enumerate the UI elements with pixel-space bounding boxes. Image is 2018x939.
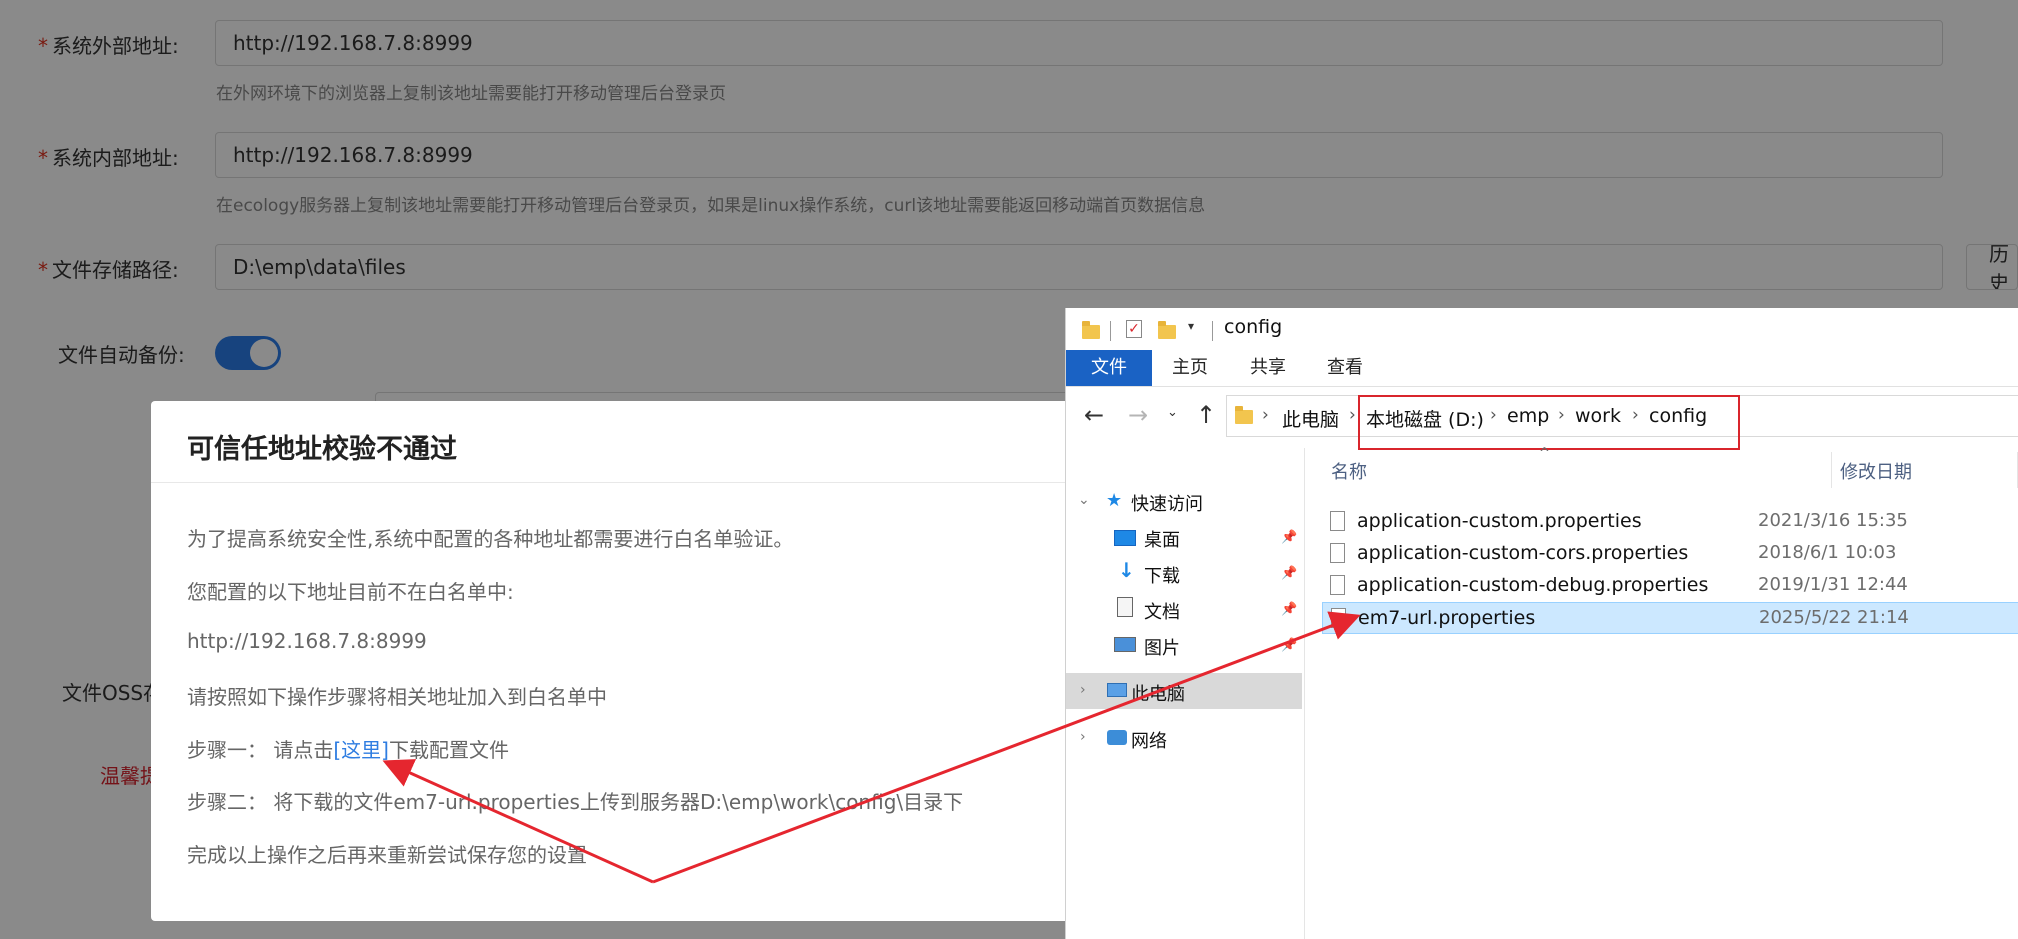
step1-prefix: 步骤一： 请点击	[187, 738, 334, 762]
dialog-intro: 为了提高系统安全性,系统中配置的各种地址都需要进行白名单验证。	[187, 527, 794, 551]
column-separator[interactable]	[1831, 452, 1832, 488]
nav-downloads[interactable]: 下载	[1144, 562, 1180, 588]
pin-icon[interactable]: 📌	[1281, 638, 1297, 653]
file-row[interactable]: application-custom-cors.properties 2018/…	[1322, 538, 2018, 570]
column-header-name[interactable]: 名称	[1331, 458, 1367, 484]
navigation-pane: ⌄ ★ 快速访问 桌面 📌 ↓ 下载 📌 文档 📌 图片 📌 › 此电脑 › 网…	[1066, 448, 1305, 939]
file-name: application-custom-debug.properties	[1357, 574, 1709, 596]
up-arrow-icon[interactable]: ↑	[1196, 401, 1216, 429]
file-row[interactable]: application-custom.properties 2021/3/16 …	[1322, 506, 2018, 538]
tab-share[interactable]: 共享	[1232, 350, 1304, 386]
nav-this-pc[interactable]: 此电脑	[1131, 680, 1185, 706]
location-folder-icon	[1235, 406, 1253, 424]
file-icon	[1330, 511, 1345, 531]
step1-suffix: 下载配置文件	[388, 738, 509, 762]
dialog-divider	[151, 482, 1151, 483]
dialog-address: http://192.168.7.8:8999	[187, 629, 427, 653]
dialog-step2: 步骤二： 将下载的文件em7-url.properties上传到服务器D:\em…	[187, 790, 964, 814]
desktop-icon	[1114, 530, 1136, 546]
file-icon	[1330, 543, 1345, 563]
nav-documents[interactable]: 文档	[1144, 598, 1180, 624]
nav-quick-access[interactable]: 快速访问	[1131, 490, 1203, 516]
toolbar-separator	[1212, 321, 1213, 341]
tab-view[interactable]: 查看	[1309, 350, 1381, 386]
properties-icon[interactable]: ✓	[1126, 320, 1142, 338]
file-row[interactable]: application-custom-debug.properties 2019…	[1322, 570, 2018, 602]
download-link[interactable]: [这里]	[333, 738, 389, 762]
nav-pictures[interactable]: 图片	[1144, 634, 1180, 660]
pin-icon[interactable]: 📌	[1281, 530, 1297, 545]
pin-icon[interactable]: 📌	[1281, 566, 1297, 581]
picture-icon	[1114, 637, 1136, 652]
expand-chevron-icon[interactable]: ›	[1080, 682, 1086, 698]
star-icon: ★	[1106, 490, 1123, 511]
file-icon	[1330, 575, 1345, 595]
pin-icon[interactable]: 📌	[1281, 602, 1297, 617]
file-date: 2018/6/1 10:03	[1758, 542, 1897, 563]
network-icon	[1107, 730, 1127, 745]
file-row-selected[interactable]: em7-url.properties 2025/5/22 21:14	[1322, 602, 2018, 634]
back-arrow-icon[interactable]: ←	[1084, 401, 1104, 429]
dialog-title: 可信任地址校验不通过	[187, 434, 457, 465]
quick-access-toolbar: ✓ ▾ config	[1066, 308, 2018, 350]
qat-dropdown-icon[interactable]: ▾	[1188, 319, 1194, 333]
computer-icon	[1107, 683, 1127, 697]
nav-network[interactable]: 网络	[1131, 727, 1167, 753]
tab-file[interactable]: 文件	[1066, 350, 1152, 386]
file-icon	[1331, 608, 1346, 628]
file-explorer-window: ✓ ▾ config 文件 主页 共享 查看 ← → ⌄ ↑ › 此电脑 › 本…	[1065, 308, 2018, 939]
file-name: application-custom.properties	[1357, 510, 1642, 532]
file-date: 2025/5/22 21:14	[1759, 607, 1909, 628]
chevron-right-icon: ›	[1349, 405, 1356, 425]
dialog-finish: 完成以上操作之后再来重新尝试保存您的设置	[187, 843, 587, 867]
column-header-date[interactable]: 修改日期	[1840, 458, 1912, 484]
file-date: 2021/3/16 15:35	[1758, 510, 1908, 531]
toolbar-separator	[1110, 321, 1111, 341]
window-title: config	[1224, 316, 1283, 338]
ribbon-tabs: 文件 主页 共享 查看	[1066, 350, 2018, 387]
recent-dropdown-icon[interactable]: ⌄	[1167, 405, 1178, 420]
chevron-right-icon: ›	[1262, 405, 1269, 425]
sort-indicator-icon: ^	[1539, 446, 1550, 461]
expand-chevron-icon[interactable]: ⌄	[1078, 492, 1090, 508]
expand-chevron-icon[interactable]: ›	[1080, 729, 1086, 745]
dialog-instructions: 请按照如下操作步骤将相关地址加入到白名单中	[187, 685, 607, 709]
file-date: 2019/1/31 12:44	[1758, 574, 1908, 595]
annotation-highlight-box	[1358, 395, 1740, 450]
document-icon	[1117, 597, 1133, 617]
file-name: em7-url.properties	[1358, 607, 1536, 629]
folder-icon	[1082, 321, 1100, 339]
dialog-step1: 步骤一： 请点击[这里]下载配置文件	[187, 734, 509, 763]
breadcrumb-this-pc[interactable]: 此电脑	[1282, 405, 1339, 432]
file-name: application-custom-cors.properties	[1357, 542, 1689, 564]
forward-arrow-icon[interactable]: →	[1128, 401, 1148, 429]
dialog-not-whitelisted: 您配置的以下地址目前不在白名单中:	[187, 580, 514, 604]
download-icon: ↓	[1118, 558, 1135, 582]
new-folder-icon[interactable]	[1158, 321, 1176, 339]
tab-home[interactable]: 主页	[1154, 350, 1226, 386]
file-list: ^ 名称 修改日期 application-custom.properties …	[1305, 446, 2018, 939]
trusted-address-dialog: 可信任地址校验不通过 为了提高系统安全性,系统中配置的各种地址都需要进行白名单验…	[151, 401, 1151, 921]
nav-desktop[interactable]: 桌面	[1144, 526, 1180, 552]
